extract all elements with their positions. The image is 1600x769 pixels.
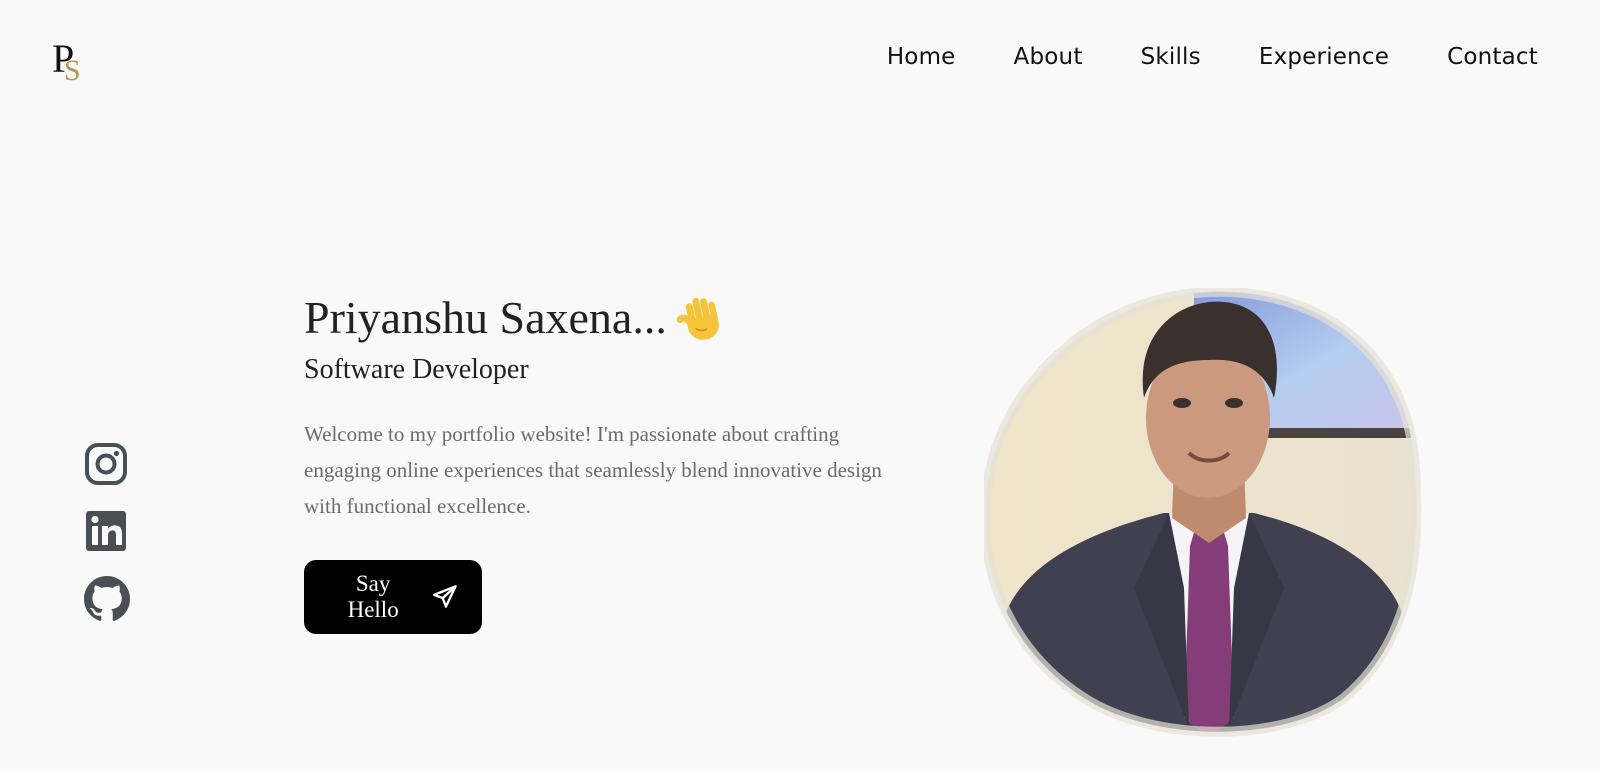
paper-plane-icon (433, 585, 458, 608)
say-hello-button[interactable]: Say Hello (304, 560, 482, 634)
nav-skills[interactable]: Skills (1141, 44, 1201, 70)
linkedin-icon[interactable] (84, 509, 130, 555)
hero-subtitle: Software Developer (304, 354, 529, 385)
nav-home[interactable]: Home (887, 44, 956, 70)
svg-text:S: S (64, 54, 81, 84)
profile-photo (984, 288, 1422, 737)
social-links (84, 442, 130, 622)
hero-name-text: Priyanshu Saxena... (304, 292, 667, 343)
site-header: P S Home About Skills Experience Contact (0, 0, 1600, 120)
say-hello-label: Say Hello (347, 571, 399, 622)
nav-experience[interactable]: Experience (1259, 44, 1389, 70)
hero-description: Welcome to my portfolio website! I'm pas… (304, 422, 882, 518)
hero-section: Priyanshu Saxena... Software Developer W… (304, 290, 894, 634)
logo[interactable]: P S (50, 34, 90, 84)
nav-contact[interactable]: Contact (1447, 44, 1538, 70)
hero-name: Priyanshu Saxena... (304, 290, 894, 346)
waving-hand-icon (676, 297, 719, 340)
main-nav: Home About Skills Experience Contact (829, 44, 1538, 70)
github-icon[interactable] (84, 576, 130, 622)
nav-about[interactable]: About (1014, 44, 1083, 70)
instagram-icon[interactable] (84, 442, 130, 488)
